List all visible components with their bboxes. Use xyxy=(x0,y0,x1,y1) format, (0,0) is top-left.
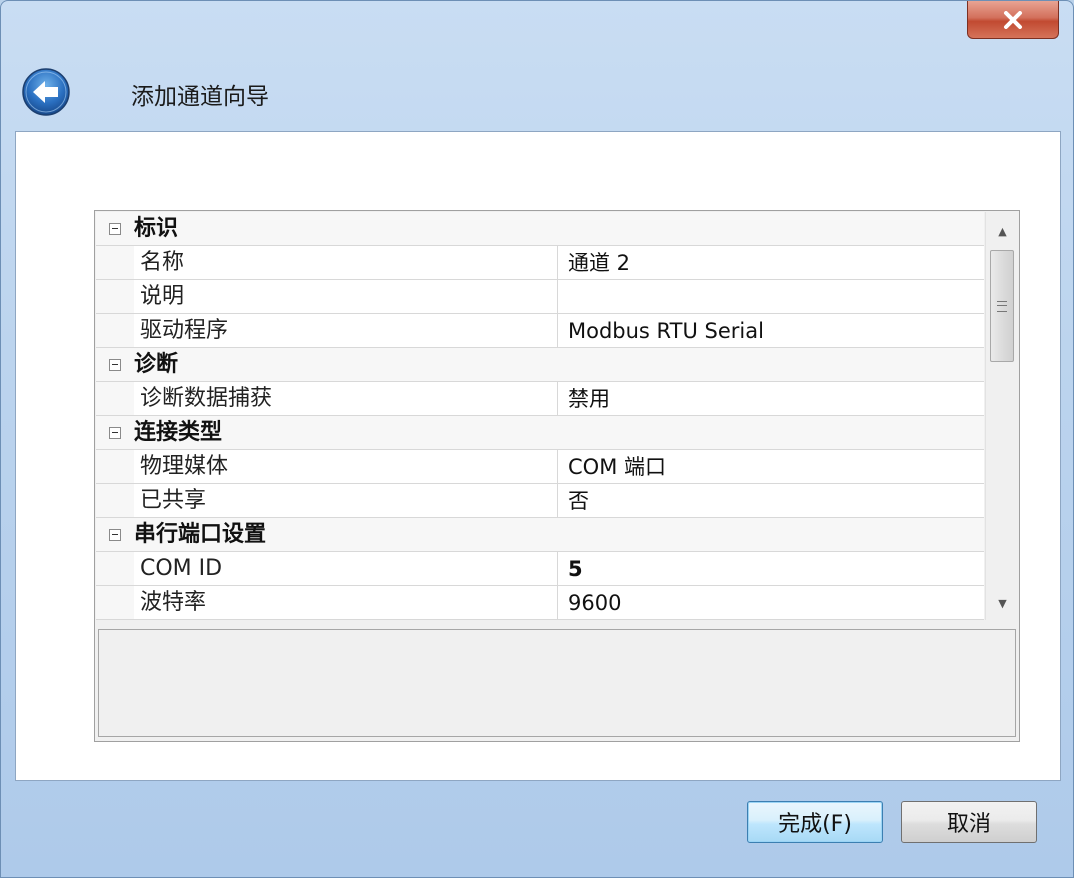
back-arrow-icon xyxy=(22,68,70,116)
property-name: 诊断数据捕获 xyxy=(96,382,558,415)
property-row[interactable]: 波特率 9600 xyxy=(96,586,984,620)
property-name: 驱动程序 xyxy=(96,314,558,347)
property-row[interactable]: 诊断数据捕获 禁用 xyxy=(96,382,984,416)
property-name: COM ID xyxy=(96,552,558,585)
property-value[interactable]: 5 xyxy=(558,552,984,585)
property-name: 名称 xyxy=(96,246,558,279)
category-row[interactable]: 诊断 xyxy=(96,348,984,382)
minus-box-icon[interactable] xyxy=(109,222,121,235)
close-button[interactable] xyxy=(967,1,1059,39)
property-value[interactable] xyxy=(558,280,984,313)
property-row[interactable]: 已共享否 xyxy=(96,484,984,518)
property-row[interactable]: 物理媒体 COM 端口 xyxy=(96,450,984,484)
category-label: 诊断 xyxy=(134,352,179,377)
property-value[interactable]: 禁用 xyxy=(558,382,984,415)
scroll-thumb[interactable] xyxy=(990,250,1014,362)
property-value[interactable]: Modbus RTU Serial xyxy=(558,314,984,347)
cancel-button[interactable]: 取消 xyxy=(901,801,1037,843)
property-row[interactable]: COM ID 5 xyxy=(96,552,984,586)
category-row[interactable]: 连接类型 xyxy=(96,416,984,450)
category-label: 标识 xyxy=(134,216,179,241)
property-name: 物理媒体 xyxy=(96,450,558,483)
wizard-content: 标识名称 通道 2 说明 驱动程序 Modbus RTU Serial 诊断诊断数据捕获禁… xyxy=(15,131,1061,781)
category-label: 串行端口设置 xyxy=(134,522,267,547)
property-value[interactable]: COM 端口 xyxy=(558,450,984,483)
finish-button[interactable]: 完成(F) xyxy=(747,801,883,843)
scroll-down-icon[interactable]: ▼ xyxy=(986,588,1019,618)
property-row[interactable]: 说明 xyxy=(96,280,984,314)
property-name: 说明 xyxy=(96,280,558,313)
minus-box-icon[interactable] xyxy=(109,426,121,439)
back-button[interactable] xyxy=(21,67,71,117)
property-name: 波特率 xyxy=(96,586,558,619)
scroll-up-icon[interactable]: ▲ xyxy=(986,216,1019,246)
property-grid: 标识名称 通道 2 说明 驱动程序 Modbus RTU Serial 诊断诊断数据捕获禁… xyxy=(94,210,1020,742)
wizard-window: 添加通道向导 标识名称 通道 2 说明 驱动程序 Modbus RTU Serial 诊断… xyxy=(0,0,1074,878)
category-row[interactable]: 串行端口设置 xyxy=(96,518,984,552)
grip-icon xyxy=(997,300,1007,312)
property-value[interactable]: 通道 2 xyxy=(558,246,984,279)
wizard-title: 添加通道向导 xyxy=(131,84,269,110)
property-row[interactable]: 名称 通道 2 xyxy=(96,246,984,280)
property-value[interactable]: 9600 xyxy=(558,586,984,619)
close-icon xyxy=(1004,10,1022,29)
minus-box-icon[interactable] xyxy=(109,358,121,371)
property-grid-rows: 标识名称 通道 2 说明 驱动程序 Modbus RTU Serial 诊断诊断数据捕获禁… xyxy=(96,212,984,620)
property-value[interactable]: 否 xyxy=(558,484,984,517)
vertical-scrollbar[interactable]: ▲ ▼ xyxy=(985,212,1019,620)
category-label: 连接类型 xyxy=(134,420,223,445)
property-row[interactable]: 驱动程序 Modbus RTU Serial xyxy=(96,314,984,348)
minus-box-icon[interactable] xyxy=(109,528,121,541)
category-row[interactable]: 标识 xyxy=(96,212,984,246)
property-name: 已共享 xyxy=(96,484,558,517)
description-panel xyxy=(98,629,1016,737)
